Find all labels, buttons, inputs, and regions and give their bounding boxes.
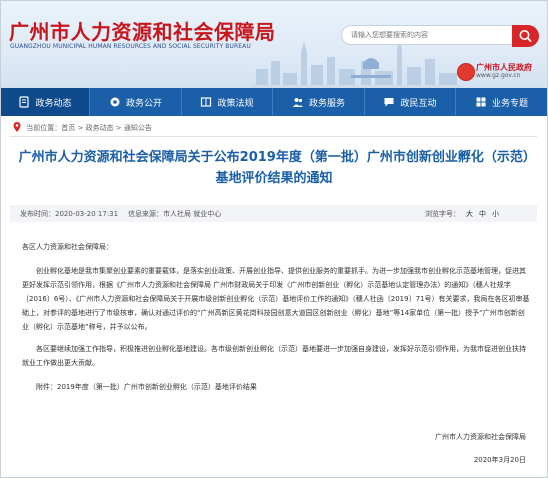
nav-item-label: 政民互动 <box>400 98 437 109</box>
attachment-link[interactable]: 附件：2019年度（第一批）广州市创新创业孵化（示范）基地评价结果 <box>22 380 530 394</box>
search-icon <box>519 30 532 42</box>
article-meta-bar: 发布时间：2020-03-20 17:31 信息来源：市人社局 就业中心 浏览字… <box>10 205 537 222</box>
breadcrumb-current[interactable]: 通知公告 <box>124 124 152 132</box>
nav-item-label: 政务动态 <box>35 98 72 109</box>
breadcrumb-separator: > <box>113 124 124 132</box>
breadcrumb-label: 当前位置： <box>26 124 62 132</box>
nav-item-services[interactable]: 政务服务 <box>273 88 365 116</box>
location-pin-icon <box>13 122 21 132</box>
breadcrumb-home[interactable]: 首页 <box>61 124 75 132</box>
gear-icon <box>110 97 120 107</box>
font-size-small-button[interactable]: 小 <box>492 210 499 218</box>
nav-item-news[interactable]: 政务动态 <box>1 88 90 116</box>
search-bar <box>341 25 539 47</box>
signature-organization: 广州市人力资源和社会保障局 <box>435 433 526 441</box>
paragraph: 创业孵化基地是我市集聚创业要素的重要载体，是落实创业政策、开展创业指导、提供创业… <box>22 267 530 331</box>
nav-item-topics[interactable]: 业务专题 <box>456 88 547 116</box>
site-logo-title[interactable]: 广州市人力资源和社会保障局 <box>9 16 276 45</box>
divider <box>9 136 537 137</box>
nav-item-label: 政策法规 <box>217 98 254 109</box>
grid-icon <box>476 97 486 107</box>
nav-item-label: 业务专题 <box>491 98 528 109</box>
breadcrumb-section[interactable]: 政务动态 <box>86 124 114 132</box>
chat-icon <box>384 98 394 107</box>
document-icon <box>19 96 30 108</box>
breadcrumb-separator: > <box>75 124 86 132</box>
salutation: 各区人力资源和社会保障局： <box>22 243 113 251</box>
nav-item-disclosure[interactable]: 政务公开 <box>90 88 182 116</box>
site-logo-subtitle: GUANGZHOU MUNICIPAL HUMAN RESOURCES AND … <box>10 43 251 50</box>
nav-item-interaction[interactable]: 政民互动 <box>365 88 456 116</box>
font-size-switcher: 浏览字号： 大中小 <box>425 209 499 219</box>
search-button[interactable] <box>512 25 539 47</box>
search-input[interactable] <box>341 25 513 45</box>
nav-item-label: 政务服务 <box>308 98 345 109</box>
nav-item-policy[interactable]: 政策法规 <box>182 88 273 116</box>
site-header: 广州市人力资源和社会保障局 GUANGZHOU MUNICIPAL HUMAN … <box>1 1 547 88</box>
people-icon <box>292 98 303 107</box>
main-nav: 政务动态 政务公开 政策法规 政务服务 政民互动 业务专题 <box>1 88 547 116</box>
font-size-medium-button[interactable]: 中 <box>479 210 486 218</box>
publish-time: 发布时间：2020-03-20 17:31 <box>20 210 119 218</box>
gov-portal-url: www.gz.gov.cn <box>476 72 521 79</box>
article-title: 广州市人力资源和社会保障局关于公布2019年度（第一批）广州市创新创业孵化（示范… <box>18 150 530 186</box>
info-source: 信息来源：市人社局 就业中心 <box>128 210 222 218</box>
article-body: 各区人力资源和社会保障局： 创业孵化基地是我市集聚创业要素的重要载体，是落实创业… <box>22 240 530 394</box>
breadcrumb: 当前位置：首页 > 政务动态 > 通知公告 <box>13 122 152 133</box>
national-emblem-icon <box>457 63 475 81</box>
font-size-label: 浏览字号： <box>425 210 460 218</box>
nav-item-label: 政务公开 <box>125 98 162 109</box>
signature-date: 2020年3月20日 <box>473 456 526 464</box>
font-size-large-button[interactable]: 大 <box>466 210 473 218</box>
book-icon <box>201 97 212 107</box>
paragraph: 各区要继续加强工作指导，积极推进创业孵化基地建设。各市级创新创业孵化（示范）基地… <box>22 345 526 367</box>
